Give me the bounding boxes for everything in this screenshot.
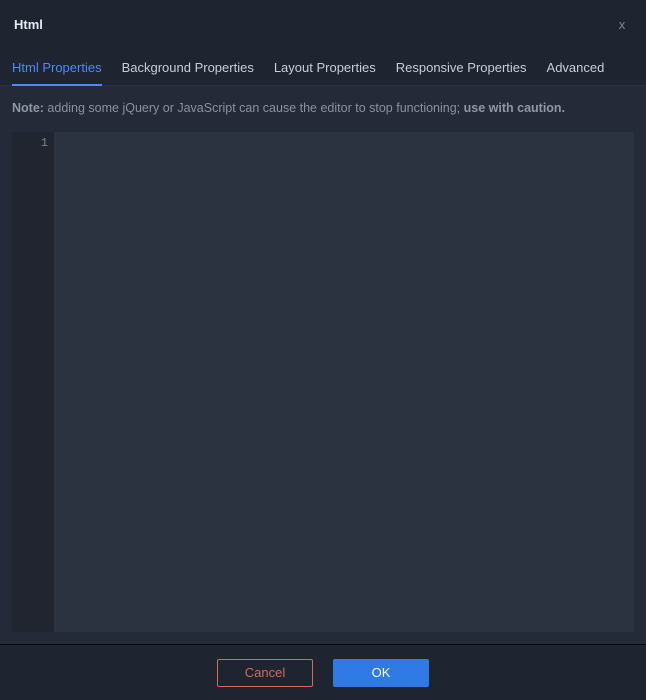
footer: Cancel OK — [0, 644, 646, 700]
note-text: Note: adding some jQuery or JavaScript c… — [12, 100, 634, 118]
editor-gutter: 1 — [12, 132, 54, 633]
content-panel: Note: adding some jQuery or JavaScript c… — [0, 86, 646, 644]
dialog-title: Html — [14, 17, 43, 32]
note-suffix: use with caution. — [464, 101, 565, 115]
note-body: adding some jQuery or JavaScript can cau… — [44, 101, 464, 115]
tab-advanced[interactable]: Advanced — [547, 61, 605, 86]
ok-button[interactable]: OK — [333, 659, 429, 687]
titlebar: Html x — [0, 0, 646, 48]
tabs: Html Properties Background Properties La… — [0, 48, 646, 86]
line-number: 1 — [18, 136, 48, 150]
editor-code-area[interactable] — [54, 132, 634, 633]
tab-responsive-properties[interactable]: Responsive Properties — [396, 61, 527, 86]
note-prefix: Note: — [12, 101, 44, 115]
tab-html-properties[interactable]: Html Properties — [12, 61, 102, 86]
close-icon[interactable]: x — [612, 14, 632, 34]
cancel-button[interactable]: Cancel — [217, 659, 313, 687]
code-editor[interactable]: 1 — [12, 132, 634, 633]
tab-background-properties[interactable]: Background Properties — [122, 61, 254, 86]
tab-layout-properties[interactable]: Layout Properties — [274, 61, 376, 86]
